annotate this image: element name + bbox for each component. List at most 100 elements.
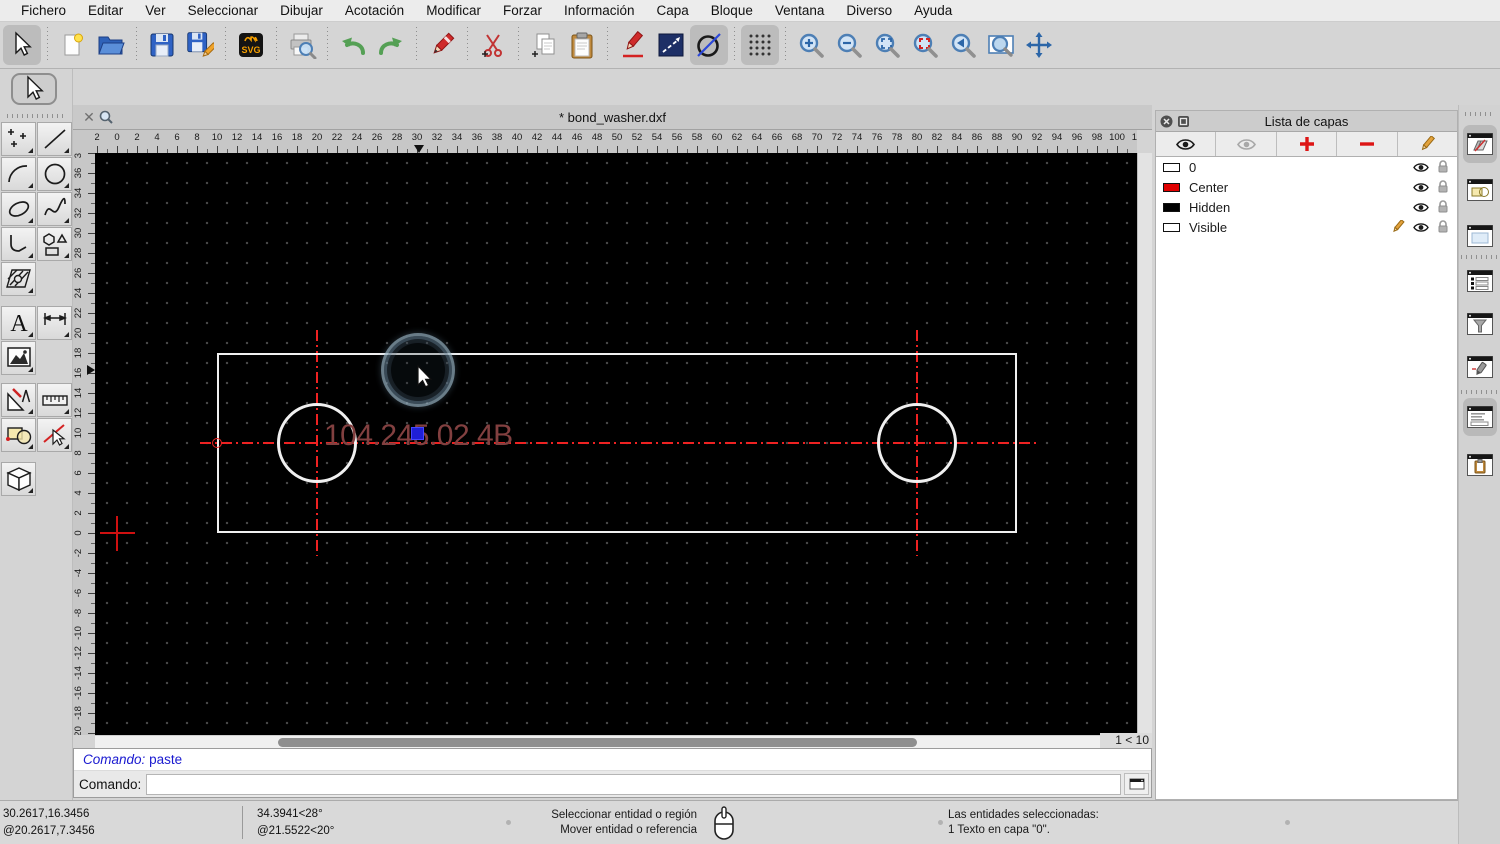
- circle-tool-button[interactable]: [37, 157, 72, 191]
- layer-visibility-eye-icon[interactable]: [1413, 202, 1429, 213]
- print-preview-button[interactable]: [283, 25, 321, 65]
- dock-entity-info-button[interactable]: [1463, 262, 1497, 300]
- paste-button[interactable]: [563, 25, 601, 65]
- drawing-canvas[interactable]: 104.245.02.4B: [95, 153, 1137, 735]
- zoom-in-button[interactable]: [792, 25, 830, 65]
- dock-pen-palette-button[interactable]: [1463, 348, 1497, 386]
- menu-item-ventana[interactable]: Ventana: [764, 0, 836, 22]
- explode-tool-button[interactable]: [37, 418, 72, 452]
- relative-polar-coordinates: @21.5522<20°: [257, 825, 335, 837]
- menu-item-acotacion[interactable]: Acotación: [334, 0, 415, 22]
- ruler-label: 36: [471, 132, 483, 143]
- ruler-label: 90: [1011, 132, 1023, 143]
- menu-item-modificar[interactable]: Modificar: [415, 0, 492, 22]
- command-input[interactable]: [146, 773, 1121, 795]
- dock-command-line-button[interactable]: [1463, 398, 1497, 436]
- menu-item-editar[interactable]: Editar: [77, 0, 134, 22]
- layer-visibility-eye-icon[interactable]: [1413, 222, 1429, 233]
- undo-button[interactable]: [334, 25, 372, 65]
- dock-drag-handle[interactable]: [7, 114, 65, 118]
- zoom-previous-button[interactable]: [944, 25, 982, 65]
- hatch-tool-button[interactable]: [1, 262, 36, 296]
- export-svg-button[interactable]: SVG: [232, 25, 270, 65]
- ruler-label: 44: [551, 132, 563, 143]
- menu-item-dibujar[interactable]: Dibujar: [269, 0, 334, 22]
- zoom-pan-icon: [1025, 31, 1053, 59]
- menu-item-fichero[interactable]: Fichero: [10, 0, 77, 22]
- dock-drag-handle[interactable]: [1465, 112, 1495, 116]
- horizontal-scrollbar[interactable]: [95, 735, 1100, 748]
- restrict-nothing-button[interactable]: [690, 25, 728, 65]
- horizontal-scrollbar-thumb[interactable]: [278, 738, 917, 747]
- solid-tool-button[interactable]: [1, 462, 36, 496]
- image-tool-button[interactable]: [1, 341, 36, 375]
- hole-circle-right[interactable]: [877, 403, 957, 483]
- layer-lock-icon[interactable]: [1437, 220, 1449, 234]
- current-action-select-button[interactable]: [11, 73, 57, 105]
- selection-handle[interactable]: [411, 427, 424, 440]
- dock-block-list-button[interactable]: [1463, 171, 1497, 209]
- layer-lock-icon[interactable]: [1437, 180, 1449, 194]
- menu-item-informacion[interactable]: Información: [553, 0, 646, 22]
- redo-button[interactable]: [372, 25, 410, 65]
- save-icon: [149, 32, 175, 58]
- polygon-tool-button[interactable]: [37, 227, 72, 261]
- layer-row-hidden[interactable]: Hidden: [1156, 197, 1457, 217]
- ruler-label: 72: [831, 132, 843, 143]
- line-tool-button[interactable]: [37, 122, 72, 156]
- layer-lock-icon[interactable]: [1437, 200, 1449, 214]
- menu-item-capa[interactable]: Capa: [646, 0, 700, 22]
- snap-grid-button[interactable]: [741, 25, 779, 65]
- vertical-scrollbar[interactable]: [1137, 153, 1152, 735]
- layer-lock-icon[interactable]: [1437, 160, 1449, 174]
- dock-library-browser-button[interactable]: [1463, 217, 1497, 255]
- block-tool-button[interactable]: [1, 418, 36, 452]
- zoom-pan-button[interactable]: [1020, 25, 1058, 65]
- arc-tool-button[interactable]: [1, 157, 36, 191]
- show-all-layers-button[interactable]: [1156, 132, 1217, 156]
- points-tool-button[interactable]: [1, 122, 36, 156]
- dock-clipboard-button[interactable]: [1463, 446, 1497, 484]
- new-document-button[interactable]: [54, 25, 92, 65]
- select-pointer-button[interactable]: [3, 25, 41, 65]
- dock-layer-list-button[interactable]: [1463, 125, 1497, 163]
- layer-visibility-eye-icon[interactable]: [1413, 162, 1429, 173]
- dock-selection-filter-button[interactable]: [1463, 305, 1497, 343]
- ruler-label: 84: [951, 132, 963, 143]
- ellipse-tool-button[interactable]: [1, 192, 36, 226]
- zoom-auto-button[interactable]: [868, 25, 906, 65]
- cut-button[interactable]: [474, 25, 512, 65]
- layer-visibility-eye-icon[interactable]: [1413, 182, 1429, 193]
- detach-command-widget-button[interactable]: [1124, 773, 1149, 795]
- menu-item-bloque[interactable]: Bloque: [700, 0, 764, 22]
- dimension-tool-button[interactable]: [37, 306, 72, 340]
- layer-row-visible[interactable]: Visible: [1156, 217, 1457, 237]
- menu-item-seleccionar[interactable]: Seleccionar: [177, 0, 270, 22]
- polyline-tool-button[interactable]: [1, 227, 36, 261]
- hide-all-layers-button[interactable]: [1216, 132, 1277, 156]
- linetype-selection-button[interactable]: [652, 25, 690, 65]
- remove-layer-button[interactable]: [1337, 132, 1398, 156]
- modify-tool-button[interactable]: [1, 383, 36, 417]
- menu-item-ayuda[interactable]: Ayuda: [903, 0, 963, 22]
- pen-attributes-button[interactable]: [614, 25, 652, 65]
- menu-item-diverso[interactable]: Diverso: [835, 0, 903, 22]
- delete-selected-button[interactable]: [423, 25, 461, 65]
- menu-item-ver[interactable]: Ver: [134, 0, 176, 22]
- menu-item-forzar[interactable]: Forzar: [492, 0, 553, 22]
- ruler-label: 32: [73, 207, 84, 219]
- add-layer-button[interactable]: [1277, 132, 1338, 156]
- edit-layer-button[interactable]: [1398, 132, 1457, 156]
- copy-button[interactable]: [525, 25, 563, 65]
- zoom-window-button[interactable]: [982, 25, 1020, 65]
- layer-row-0[interactable]: 0: [1156, 157, 1457, 177]
- open-document-button[interactable]: [92, 25, 130, 65]
- zoom-out-button[interactable]: [830, 25, 868, 65]
- measure-tool-button[interactable]: [37, 383, 72, 417]
- text-tool-button[interactable]: A: [1, 306, 36, 340]
- save-button[interactable]: [143, 25, 181, 65]
- zoom-redraw-button[interactable]: [906, 25, 944, 65]
- save-as-button[interactable]: [181, 25, 219, 65]
- layer-row-center[interactable]: Center: [1156, 177, 1457, 197]
- spline-tool-button[interactable]: [37, 192, 72, 226]
